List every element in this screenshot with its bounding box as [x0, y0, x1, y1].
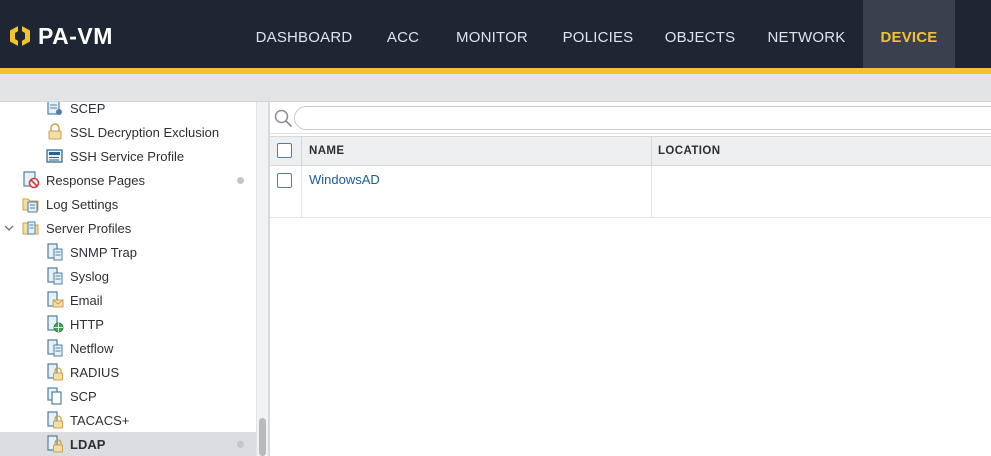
syslog-icon	[47, 267, 63, 285]
name-cell: WindowsAD	[302, 166, 652, 217]
row-select-cell	[270, 166, 302, 217]
tab-device[interactable]: DEVICE	[863, 0, 955, 68]
lock-icon	[48, 123, 62, 140]
http-icon	[47, 315, 64, 333]
tree-item-syslog[interactable]: Syslog	[0, 264, 256, 288]
tree-item-label: SNMP Trap	[70, 244, 137, 260]
tacacs-icon	[47, 411, 63, 429]
location-cell	[651, 166, 991, 217]
pa-logo-icon	[10, 24, 30, 48]
tree-item-label: SSH Service Profile	[70, 148, 185, 164]
toolbar-strip	[0, 74, 991, 102]
tree-item-email[interactable]: Email	[0, 288, 256, 312]
select-all-cell	[270, 137, 302, 165]
chevron-down-icon[interactable]	[3, 222, 15, 234]
tree-item-label: HTTP	[70, 316, 104, 332]
tab-acc[interactable]: ACC	[368, 0, 438, 68]
log-settings-icon	[22, 198, 39, 213]
tree-scrollbar[interactable]	[256, 102, 268, 456]
tree-item-radius[interactable]: RADIUS	[0, 360, 256, 384]
email-icon	[47, 291, 64, 308]
ldap-icon	[47, 435, 63, 453]
response-pages-icon	[23, 171, 40, 189]
scep-icon	[47, 102, 62, 115]
tree-item-http[interactable]: HTTP	[0, 312, 256, 336]
tree-item-scep[interactable]: SCEP	[0, 102, 256, 120]
table-header: NAME LOCATION	[270, 136, 991, 166]
status-dot	[237, 176, 244, 184]
ssh-profile-icon	[46, 149, 63, 163]
tab-objects[interactable]: OBJECTS	[650, 0, 750, 68]
tree-item-label: Server Profiles	[46, 220, 132, 236]
search-input[interactable]	[294, 106, 991, 130]
tree-item-netflow[interactable]: Netflow	[0, 336, 256, 360]
tree-item-log-settings[interactable]: Log Settings	[0, 192, 256, 216]
tab-policies[interactable]: POLICIES	[546, 0, 650, 68]
column-header-name[interactable]: NAME	[302, 137, 652, 165]
device-nav-tree: SCEP SSL Decryption Exclusion SSH Servic…	[0, 102, 256, 456]
ldap-profiles-pane: NAME LOCATION WindowsAD	[270, 102, 991, 456]
tree-item-scp[interactable]: SCP	[0, 384, 256, 408]
tree-item-response-pages[interactable]: Response Pages	[0, 168, 256, 192]
tree-item-label: Log Settings	[46, 196, 119, 212]
tree-item-label: Syslog	[70, 268, 110, 284]
tree-item-ssh-service-profile[interactable]: SSH Service Profile	[0, 144, 256, 168]
tree-item-label: SCP	[70, 388, 97, 404]
status-dot	[237, 440, 244, 448]
table-row[interactable]: WindowsAD	[270, 166, 991, 218]
tab-dashboard[interactable]: DASHBOARD	[240, 0, 368, 68]
radius-icon	[47, 363, 63, 381]
row-checkbox[interactable]	[277, 173, 292, 188]
tree-item-label: SCEP	[70, 102, 106, 116]
snmp-trap-icon	[47, 243, 63, 261]
top-nav-bar: PA-VM DASHBOARD ACC MONITOR POLICIES OBJ…	[0, 0, 991, 68]
tree-item-snmp-trap[interactable]: SNMP Trap	[0, 240, 256, 264]
tree-item-ssl-decryption-exclusion[interactable]: SSL Decryption Exclusion	[0, 120, 256, 144]
netflow-icon	[47, 339, 63, 357]
server-profiles-icon	[22, 221, 39, 235]
tree-item-label: TACACS+	[70, 412, 130, 428]
filter-bar	[270, 102, 991, 134]
tree-scrollbar-thumb[interactable]	[259, 418, 266, 456]
scp-icon	[47, 387, 62, 405]
tab-network[interactable]: NETWORK	[750, 0, 863, 68]
column-header-location[interactable]: LOCATION	[651, 137, 991, 165]
app-title: PA-VM	[38, 22, 113, 49]
tree-item-ldap[interactable]: LDAP	[0, 432, 256, 456]
search-icon[interactable]	[273, 108, 293, 128]
tree-item-label: LDAP	[70, 436, 106, 452]
select-all-checkbox[interactable]	[277, 143, 292, 158]
tree-item-label: Response Pages	[46, 172, 146, 188]
tree-item-label: SSL Decryption Exclusion	[70, 124, 220, 140]
tree-item-tacacs[interactable]: TACACS+	[0, 408, 256, 432]
tree-item-label: Netflow	[70, 340, 114, 356]
profile-name-link[interactable]: WindowsAD	[309, 172, 380, 187]
tree-item-label: RADIUS	[70, 364, 120, 380]
tab-monitor[interactable]: MONITOR	[438, 0, 546, 68]
tree-item-label: Email	[70, 292, 103, 308]
app-logo[interactable]: PA-VM	[8, 23, 113, 49]
tree-item-server-profiles[interactable]: Server Profiles	[0, 216, 256, 240]
